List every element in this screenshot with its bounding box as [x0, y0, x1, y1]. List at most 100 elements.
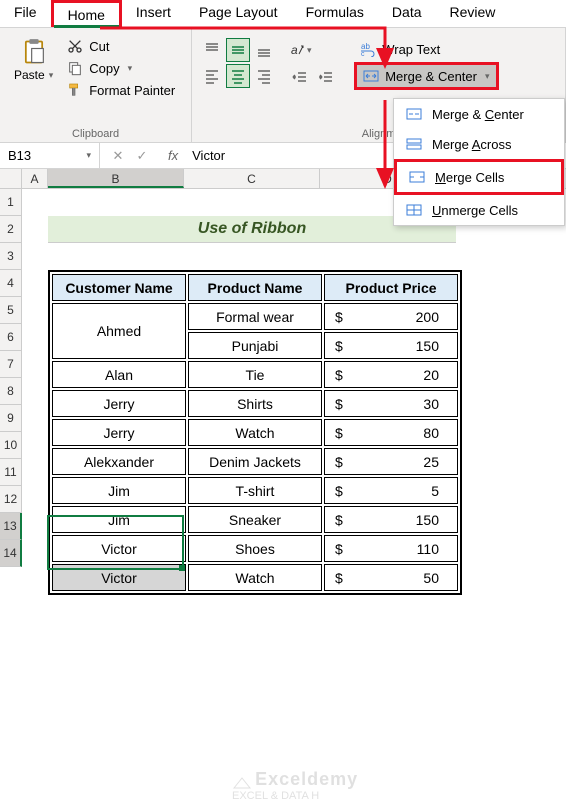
merge-cells-item[interactable]: Merge Cells [394, 159, 564, 195]
accept-formula-button[interactable]: ✓ [130, 148, 154, 164]
table-row[interactable]: VictorShoes$110 [52, 535, 458, 562]
cell-product[interactable]: Watch [188, 564, 322, 591]
chevron-down-icon[interactable]: ▾ [485, 71, 490, 82]
row-header-9[interactable]: 9 [0, 405, 22, 432]
row-header-6[interactable]: 6 [0, 324, 22, 351]
merge-and-center-item[interactable]: Merge & Center [394, 99, 564, 129]
chevron-down-icon[interactable]: ▾ [86, 150, 91, 161]
cell-price[interactable]: $150 [324, 506, 458, 533]
row-header-1[interactable]: 1 [0, 189, 22, 216]
cell-price[interactable]: $80 [324, 419, 458, 446]
align-middle-button[interactable] [226, 38, 250, 62]
row-header-13[interactable]: 13 [0, 513, 22, 540]
merge-and-center-label: Merge & Center [432, 107, 524, 122]
cell-product[interactable]: Denim Jackets [188, 448, 322, 475]
merge-center-button[interactable]: Merge & Center ▾ [354, 62, 498, 90]
align-left-button[interactable] [200, 64, 224, 88]
align-top-button[interactable] [200, 38, 224, 62]
cell-customer[interactable]: Victor [52, 564, 186, 591]
wrap-text-button[interactable]: abc Wrap Text [354, 38, 498, 60]
header-customer[interactable]: Customer Name [52, 274, 186, 301]
row-header-12[interactable]: 12 [0, 486, 22, 513]
table-row[interactable]: AlekxanderDenim Jackets$25 [52, 448, 458, 475]
row-header-7[interactable]: 7 [0, 351, 22, 378]
menu-insert[interactable]: Insert [122, 0, 185, 27]
cell-price[interactable]: $200 [324, 303, 458, 330]
row-header-3[interactable]: 3 [0, 243, 22, 270]
cell-price[interactable]: $25 [324, 448, 458, 475]
cancel-formula-button[interactable]: ✕ [106, 148, 130, 164]
cell-customer[interactable]: Jim [52, 477, 186, 504]
cell-product[interactable]: Watch [188, 419, 322, 446]
menu-formulas[interactable]: Formulas [292, 0, 378, 27]
select-all-corner[interactable] [0, 169, 22, 188]
paste-button[interactable]: Paste▾ [8, 32, 59, 104]
chevron-down-icon[interactable]: ▾ [49, 70, 54, 81]
cell-product[interactable]: T-shirt [188, 477, 322, 504]
row-header-14[interactable]: 14 [0, 540, 22, 567]
merge-across-item[interactable]: Merge Across [394, 129, 564, 159]
header-price[interactable]: Product Price [324, 274, 458, 301]
cell-customer[interactable]: Jerry [52, 390, 186, 417]
align-center-button[interactable] [226, 64, 250, 88]
menu-file[interactable]: File [0, 0, 51, 27]
table-row[interactable]: VictorWatch$50 [52, 564, 458, 591]
cell-price[interactable]: $30 [324, 390, 458, 417]
paste-icon [18, 36, 50, 68]
cell-price[interactable]: $150 [324, 332, 458, 359]
name-box[interactable]: B13 ▾ [0, 143, 100, 168]
cell-price[interactable]: $110 [324, 535, 458, 562]
cell-customer[interactable]: Jerry [52, 419, 186, 446]
cell-product[interactable]: Shoes [188, 535, 322, 562]
align-right-button[interactable] [252, 64, 276, 88]
cells-area[interactable]: Use of Ribbon Customer Name Product Name… [22, 189, 566, 567]
cell-product[interactable]: Formal wear [188, 303, 322, 330]
cell-product[interactable]: Sneaker [188, 506, 322, 533]
col-header-a[interactable]: A [22, 169, 48, 188]
copy-button[interactable]: Copy▾ [63, 58, 179, 78]
header-product[interactable]: Product Name [188, 274, 322, 301]
data-table: Customer Name Product Name Product Price… [48, 270, 462, 595]
cut-button[interactable]: Cut [63, 36, 179, 56]
format-painter-button[interactable]: Format Painter [63, 80, 179, 100]
col-header-c[interactable]: C [184, 169, 320, 188]
cell-customer[interactable]: Victor [52, 535, 186, 562]
cell-product[interactable]: Punjabi [188, 332, 322, 359]
row-header-4[interactable]: 4 [0, 270, 22, 297]
table-row[interactable]: JerryShirts$30 [52, 390, 458, 417]
cell-product[interactable]: Tie [188, 361, 322, 388]
menu-review[interactable]: Review [436, 0, 510, 27]
chevron-down-icon[interactable]: ▾ [128, 63, 133, 74]
cell-customer[interactable]: Jim [52, 506, 186, 533]
table-row[interactable]: AhmedFormal wear$200 [52, 303, 458, 330]
row-header-11[interactable]: 11 [0, 459, 22, 486]
table-row[interactable]: AlanTie$20 [52, 361, 458, 388]
table-row[interactable]: JimSneaker$150 [52, 506, 458, 533]
increase-indent-button[interactable] [314, 66, 338, 90]
cell-price[interactable]: $5 [324, 477, 458, 504]
row-header-2[interactable]: 2 [0, 216, 22, 243]
table-row[interactable]: JimT-shirt$5 [52, 477, 458, 504]
align-bottom-button[interactable] [252, 38, 276, 62]
unmerge-icon [406, 202, 422, 218]
fx-icon[interactable]: fx [160, 148, 186, 163]
table-row[interactable]: JerryWatch$80 [52, 419, 458, 446]
row-header-8[interactable]: 8 [0, 378, 22, 405]
decrease-indent-button[interactable] [288, 66, 312, 90]
col-header-b[interactable]: B [48, 169, 184, 188]
row-header-5[interactable]: 5 [0, 297, 22, 324]
svg-text:a: a [291, 43, 298, 57]
cell-product[interactable]: Shirts [188, 390, 322, 417]
orientation-button[interactable]: a▾ [288, 38, 312, 62]
cell-price[interactable]: $50 [324, 564, 458, 591]
unmerge-cells-item[interactable]: Unmerge Cells [394, 195, 564, 225]
cell-customer[interactable]: Alan [52, 361, 186, 388]
menu-page-layout[interactable]: Page Layout [185, 0, 292, 27]
cell-price[interactable]: $20 [324, 361, 458, 388]
cell-customer[interactable]: Alekxander [52, 448, 186, 475]
menu-home[interactable]: Home [51, 0, 122, 27]
cell-customer[interactable]: Ahmed [52, 303, 186, 359]
row-header-10[interactable]: 10 [0, 432, 22, 459]
merge-center-label: Merge & Center [385, 69, 477, 84]
menu-data[interactable]: Data [378, 0, 436, 27]
